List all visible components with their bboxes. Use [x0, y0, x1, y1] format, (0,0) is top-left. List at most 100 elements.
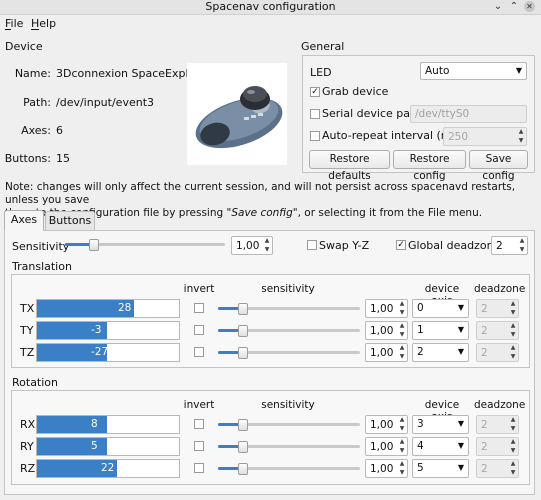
- axis-sensitivity-spinbox[interactable]: 1,00 ▲ ▼: [365, 437, 408, 456]
- spin-up-icon[interactable]: ▲: [263, 237, 271, 245]
- axis-sensitivity-slider-handle[interactable]: [238, 441, 248, 453]
- axis-sensitivity-slider-handle[interactable]: [238, 347, 248, 359]
- spin-down-icon[interactable]: ▼: [509, 309, 517, 317]
- axis-device-axis-dropdown[interactable]: 2 ▼: [412, 343, 469, 362]
- spin-down-icon[interactable]: ▼: [509, 331, 517, 339]
- global-sensitivity-spinbox[interactable]: 1,00 ▲ ▼: [231, 236, 273, 255]
- grab-device-checkbox[interactable]: ✓: [310, 87, 320, 97]
- axis-sensitivity-spinbox[interactable]: 1,00 ▲ ▼: [365, 459, 408, 478]
- spin-up-icon[interactable]: ▲: [509, 460, 517, 468]
- spin-up-icon[interactable]: ▲: [517, 128, 525, 136]
- spin-up-icon[interactable]: ▲: [509, 322, 517, 330]
- autorepeat-spinbox[interactable]: 250 ▲ ▼: [443, 127, 527, 146]
- axis-label: TX: [20, 302, 35, 315]
- chevron-down-icon: ▼: [457, 419, 464, 428]
- global-sensitivity-slider-handle[interactable]: [89, 239, 99, 251]
- translation-title: Translation: [12, 260, 72, 273]
- spin-up-icon[interactable]: ▲: [509, 438, 517, 446]
- axis-deadzone-spinbox[interactable]: 2 ▲ ▼: [476, 415, 519, 434]
- axis-device-axis-value: 5: [417, 462, 424, 474]
- axis-deadzone-spinbox[interactable]: 2 ▲ ▼: [476, 437, 519, 456]
- axis-sensitivity-slider-handle[interactable]: [238, 419, 248, 431]
- axis-sensitivity-slider-handle[interactable]: [238, 303, 248, 315]
- spin-down-icon[interactable]: ▼: [518, 246, 526, 254]
- axis-sensitivity-slider-handle[interactable]: [238, 463, 248, 475]
- close-icon[interactable]: ✕: [524, 1, 535, 12]
- spin-down-icon[interactable]: ▼: [398, 425, 406, 433]
- spin-up-icon[interactable]: ▲: [398, 460, 406, 468]
- spin-down-icon[interactable]: ▼: [517, 137, 525, 145]
- spin-up-icon[interactable]: ▲: [398, 416, 406, 424]
- axis-label: RY: [20, 440, 34, 453]
- spin-down-icon[interactable]: ▼: [509, 353, 517, 361]
- axis-invert-checkbox[interactable]: [194, 347, 204, 357]
- device-axes-label: Axes:: [21, 124, 51, 137]
- axis-sensitivity-spinbox[interactable]: 1,00 ▲ ▼: [365, 299, 408, 318]
- axis-invert-checkbox[interactable]: [194, 463, 204, 473]
- axis-label: RZ: [20, 462, 36, 475]
- maximize-icon[interactable]: ⌃: [508, 1, 520, 13]
- spin-down-icon[interactable]: ▼: [509, 425, 517, 433]
- translation-deadzone-header: deadzone: [474, 283, 526, 295]
- axis-device-axis-dropdown[interactable]: 4 ▼: [412, 437, 469, 456]
- axis-deadzone-value: 2: [481, 347, 488, 359]
- spin-down-icon[interactable]: ▼: [509, 469, 517, 477]
- axis-device-axis-dropdown[interactable]: 1 ▼: [412, 321, 469, 340]
- global-deadzone-value: 2: [496, 240, 503, 252]
- tab-axes[interactable]: Axes: [4, 210, 44, 231]
- axis-sensitivity-slider-handle[interactable]: [238, 325, 248, 337]
- spin-down-icon[interactable]: ▼: [398, 469, 406, 477]
- device-path-label: Path:: [23, 96, 51, 109]
- restore-defaults-button[interactable]: Restore defaults: [309, 150, 390, 182]
- autorepeat-value: 250: [448, 131, 469, 143]
- axis-deadzone-value: 2: [481, 419, 488, 431]
- axis-value-bar: -27: [36, 343, 180, 362]
- spin-up-icon[interactable]: ▲: [518, 237, 526, 245]
- spin-down-icon[interactable]: ▼: [398, 309, 406, 317]
- minimize-icon[interactable]: ⌄: [492, 1, 504, 13]
- axis-invert-checkbox[interactable]: [194, 325, 204, 335]
- axis-sensitivity-spinbox[interactable]: 1,00 ▲ ▼: [365, 343, 408, 362]
- spin-down-icon[interactable]: ▼: [398, 353, 406, 361]
- serial-path-input[interactable]: /dev/ttyS0: [410, 105, 527, 123]
- axis-device-axis-dropdown[interactable]: 5 ▼: [412, 459, 469, 478]
- axis-deadzone-value: 2: [481, 303, 488, 315]
- axis-value-bar: 28: [36, 299, 180, 318]
- spin-up-icon[interactable]: ▲: [509, 344, 517, 352]
- global-deadzone-checkbox[interactable]: ✓: [396, 240, 406, 250]
- spin-down-icon[interactable]: ▼: [398, 447, 406, 455]
- autorepeat-checkbox[interactable]: [310, 131, 320, 141]
- spin-up-icon[interactable]: ▲: [398, 322, 406, 330]
- axis-value-number: 5: [91, 440, 98, 452]
- device-axes-value: 6: [56, 124, 63, 137]
- axis-sensitivity-spinbox[interactable]: 1,00 ▲ ▼: [365, 415, 408, 434]
- spin-up-icon[interactable]: ▲: [398, 300, 406, 308]
- axis-device-axis-dropdown[interactable]: 0 ▼: [412, 299, 469, 318]
- spin-down-icon[interactable]: ▼: [509, 447, 517, 455]
- axis-value-bar: 8: [36, 415, 180, 434]
- spin-up-icon[interactable]: ▲: [509, 416, 517, 424]
- save-config-button[interactable]: Save config: [469, 150, 528, 182]
- led-dropdown[interactable]: Auto ▼: [420, 62, 527, 80]
- spin-up-icon[interactable]: ▲: [509, 300, 517, 308]
- axis-invert-checkbox[interactable]: [194, 419, 204, 429]
- swap-yz-checkbox[interactable]: [307, 240, 317, 250]
- axis-deadzone-spinbox[interactable]: 2 ▲ ▼: [476, 459, 519, 478]
- spin-up-icon[interactable]: ▲: [398, 438, 406, 446]
- axis-deadzone-spinbox[interactable]: 2 ▲ ▼: [476, 299, 519, 318]
- axis-deadzone-spinbox[interactable]: 2 ▲ ▼: [476, 321, 519, 340]
- spin-up-icon[interactable]: ▲: [398, 344, 406, 352]
- global-deadzone-spinbox[interactable]: 2 ▲ ▼: [491, 236, 528, 255]
- tab-buttons[interactable]: Buttons: [45, 211, 95, 231]
- axis-invert-checkbox[interactable]: [194, 441, 204, 451]
- axis-device-axis-value: 3: [417, 418, 424, 430]
- spin-down-icon[interactable]: ▼: [263, 246, 271, 254]
- axis-sensitivity-spinbox[interactable]: 1,00 ▲ ▼: [365, 321, 408, 340]
- axis-value-number: 22: [101, 462, 115, 474]
- axis-invert-checkbox[interactable]: [194, 303, 204, 313]
- restore-config-button[interactable]: Restore config: [393, 150, 466, 182]
- axis-device-axis-dropdown[interactable]: 3 ▼: [412, 415, 469, 434]
- serial-path-checkbox[interactable]: [310, 109, 320, 119]
- spin-down-icon[interactable]: ▼: [398, 331, 406, 339]
- axis-deadzone-spinbox[interactable]: 2 ▲ ▼: [476, 343, 519, 362]
